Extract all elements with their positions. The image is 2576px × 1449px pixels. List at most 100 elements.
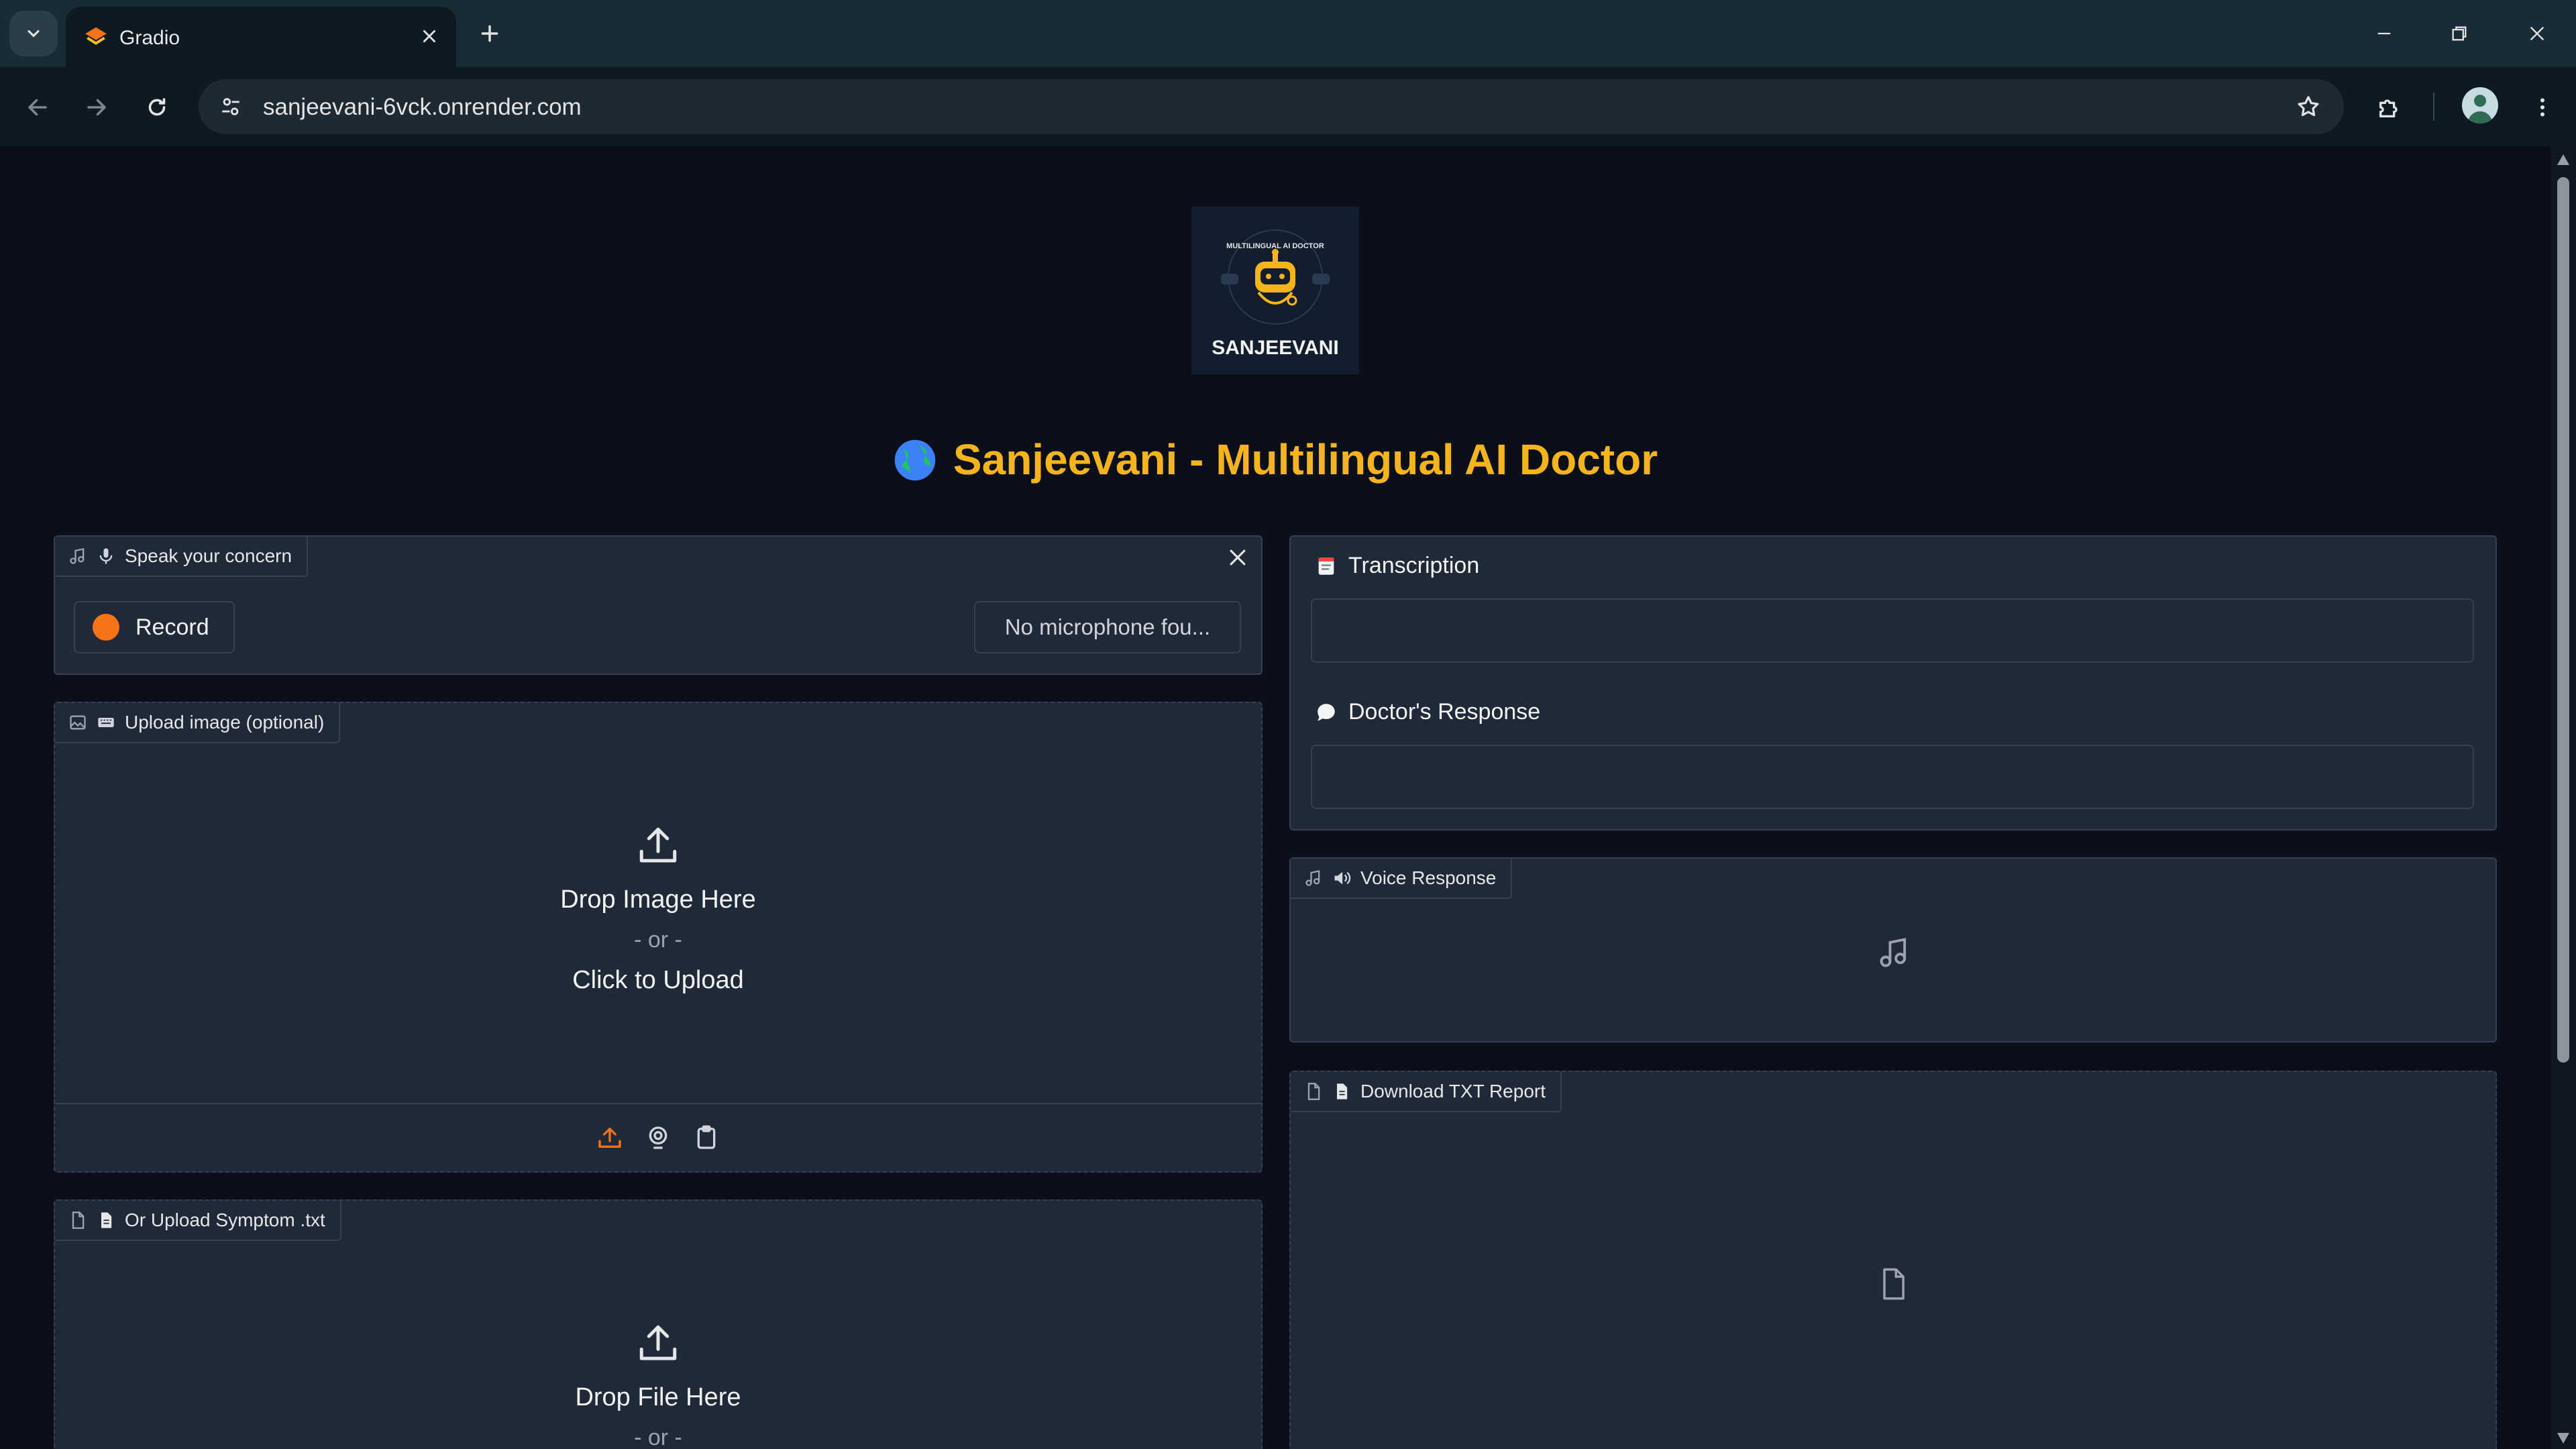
tab-close-button[interactable] — [416, 23, 443, 50]
voice-response-block: Voice Response — [1289, 857, 2497, 1042]
tab-search-button[interactable] — [9, 11, 58, 56]
browser-tab[interactable]: Gradio — [66, 7, 456, 67]
text-output-block: Transcription Doctor's Response — [1289, 535, 2497, 830]
source-clipboard-button[interactable] — [692, 1124, 720, 1152]
memo-icon — [1318, 557, 1334, 575]
file-drop-zone[interactable]: Drop File Here - or - — [55, 1322, 1261, 1449]
robot-doctor-logo-icon: MULTILINGUAL AI DOCTOR SANJEEVANI — [1212, 229, 1339, 359]
transcription-label: Transcription — [1315, 553, 1479, 579]
image-upload-label-text: Upload image (optional) — [125, 712, 325, 733]
speaker-icon — [1334, 871, 1351, 885]
doctor-response-output[interactable] — [1311, 745, 2474, 809]
page-scrollbar[interactable] — [2551, 146, 2576, 1449]
record-dot-icon — [93, 614, 119, 641]
report-download-label: Download TXT Report — [1291, 1072, 1562, 1112]
music-note-icon — [1305, 870, 1320, 886]
upload-icon — [639, 1325, 677, 1360]
scroll-down-arrow-icon[interactable] — [2557, 1433, 2569, 1444]
page-viewport: MULTILINGUAL AI DOCTOR SANJEEVANI Sanjee… — [0, 146, 2551, 1449]
forward-button[interactable] — [75, 86, 118, 129]
record-button[interactable]: Record — [74, 601, 235, 653]
close-icon — [1230, 549, 1246, 566]
page-title: Sanjeevani - Multilingual AI Doctor — [0, 435, 2551, 484]
site-info-button[interactable] — [212, 88, 250, 125]
minimize-icon — [2377, 32, 2391, 35]
file-drop-text: Drop File Here — [575, 1383, 741, 1411]
minimize-button[interactable] — [2364, 13, 2404, 54]
menu-button[interactable] — [2521, 86, 2564, 129]
source-webcam-button[interactable] — [644, 1124, 672, 1152]
response-label: Doctor's Response — [1315, 699, 1540, 725]
url-text[interactable]: sanjeevani-6vck.onrender.com — [263, 94, 582, 121]
audio-input-label: Speak your concern — [55, 537, 309, 577]
music-note-icon — [70, 548, 85, 564]
avatar-icon — [2468, 95, 2492, 123]
record-button-label: Record — [136, 614, 209, 640]
profile-avatar[interactable] — [2462, 87, 2498, 123]
tab-title: Gradio — [119, 27, 180, 49]
address-bar[interactable]: sanjeevani-6vck.onrender.com — [199, 79, 2344, 134]
microphone-icon — [99, 548, 113, 564]
voice-response-label-text: Voice Response — [1360, 867, 1497, 888]
toolbar-divider — [2433, 93, 2434, 121]
kebab-menu-icon — [2540, 98, 2544, 117]
image-or-text: - or - — [634, 927, 682, 953]
gradio-favicon-icon — [85, 27, 107, 45]
arrow-right-icon — [87, 99, 106, 116]
reload-icon — [148, 98, 166, 116]
star-icon — [2298, 96, 2319, 117]
scroll-up-arrow-icon[interactable] — [2557, 154, 2569, 165]
bookmark-button[interactable] — [2293, 91, 2324, 122]
puzzle-icon — [2379, 99, 2398, 117]
music-note-icon — [1880, 938, 1907, 967]
report-download-label-text: Download TXT Report — [1360, 1081, 1546, 1102]
reload-button[interactable] — [136, 86, 178, 129]
file-upload-label-text: Or Upload Symptom .txt — [125, 1210, 325, 1230]
file-icon[interactable] — [1876, 1267, 1911, 1301]
tune-icon — [222, 98, 239, 115]
close-icon — [2530, 26, 2544, 41]
page-title-text: Sanjeevani - Multilingual AI Doctor — [953, 435, 1658, 484]
browser-tabstrip: Gradio — [0, 0, 2576, 67]
microphone-select[interactable]: No microphone fou... — [974, 601, 1241, 653]
audio-input-block: Speak your concern Record No microphone … — [54, 535, 1263, 675]
upload-icon — [639, 827, 677, 863]
clear-audio-button[interactable] — [1222, 542, 1253, 573]
file-icon — [1307, 1083, 1320, 1100]
image-click-text: Click to Upload — [572, 966, 744, 994]
report-download-block: Download TXT Report — [1289, 1071, 2497, 1449]
file-upload-block: Or Upload Symptom .txt Drop File Here - … — [54, 1199, 1263, 1449]
upload-icon — [598, 1128, 621, 1148]
webcam-icon — [649, 1126, 667, 1149]
close-window-button[interactable] — [2517, 13, 2557, 54]
logo-text: SANJEEVANI — [1212, 337, 1339, 359]
plus-icon — [481, 25, 498, 42]
transcription-output[interactable] — [1311, 598, 2474, 663]
image-upload-label: Upload image (optional) — [55, 703, 341, 743]
globe-icon — [894, 439, 936, 481]
image-icon — [70, 715, 86, 730]
chevron-down-icon — [28, 30, 40, 38]
image-source-bar — [55, 1103, 1261, 1171]
close-icon — [423, 30, 435, 42]
browser-toolbar: sanjeevani-6vck.onrender.com — [0, 67, 2576, 146]
keyboard-icon — [98, 718, 114, 727]
extensions-button[interactable] — [2368, 86, 2411, 129]
restore-icon — [2452, 26, 2467, 41]
speech-bubble-icon — [1318, 703, 1335, 721]
clipboard-icon — [697, 1125, 716, 1149]
voice-response-label: Voice Response — [1291, 859, 1513, 899]
image-upload-block: Upload image (optional) Drop Image Here … — [54, 702, 1263, 1173]
transcription-label-text: Transcription — [1348, 553, 1480, 578]
new-tab-button[interactable] — [474, 17, 506, 50]
file-or-text: - or - — [634, 1425, 682, 1449]
response-label-text: Doctor's Response — [1348, 699, 1541, 724]
document-icon — [1337, 1083, 1348, 1099]
document-icon — [101, 1212, 112, 1228]
scroll-thumb[interactable] — [2557, 177, 2569, 1063]
image-drop-zone[interactable]: Drop Image Here - or - Click to Upload — [55, 824, 1261, 1000]
restore-button[interactable] — [2439, 13, 2479, 54]
arrow-left-icon — [28, 99, 47, 116]
source-upload-button[interactable] — [596, 1124, 624, 1152]
back-button[interactable] — [16, 86, 59, 129]
